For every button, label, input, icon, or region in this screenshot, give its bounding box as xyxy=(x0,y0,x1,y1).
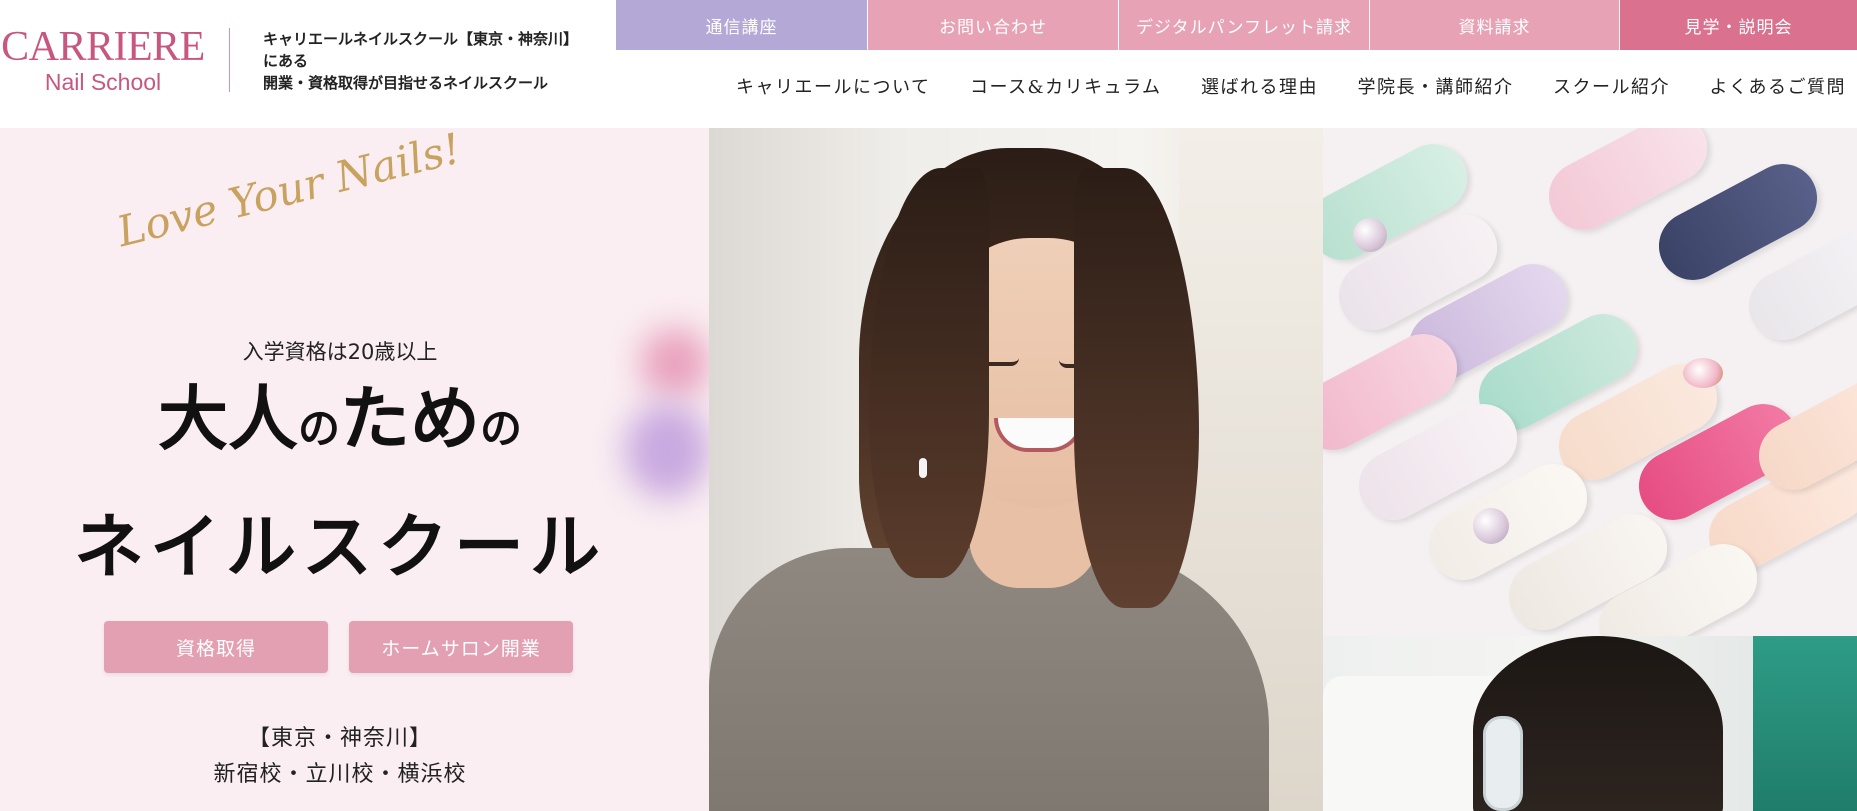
headline-particle: の xyxy=(480,404,523,453)
certification-button[interactable]: 資格取得 xyxy=(104,621,328,673)
tagline-line-1: キャリエールネイルスクール【東京・神奈川】 xyxy=(263,30,579,48)
nav-item-courses[interactable]: コース&カリキュラム xyxy=(970,74,1162,102)
nav-item-faq[interactable]: よくあるご質問 xyxy=(1709,74,1846,102)
logo-wordmark: CARRIERE xyxy=(1,24,205,70)
site-logo[interactable]: CARRIERE Nail School xyxy=(0,26,206,96)
nail-gem xyxy=(1353,218,1387,252)
headline-word-for: ため xyxy=(340,377,480,460)
headline-particle: の xyxy=(297,404,340,453)
hero-script-tagline: Love Your Nails! xyxy=(112,128,466,257)
logo-divider xyxy=(229,28,230,92)
main-nav: キャリエールについて コース&カリキュラム 選ばれる理由 学院長・講師紹介 スク… xyxy=(736,74,1846,102)
nav-item-staff[interactable]: 学院長・講師紹介 xyxy=(1358,74,1514,102)
hero-text-panel: Love Your Nails! 入学資格は20歳以上 大人のための ネイルスク… xyxy=(0,128,709,811)
nav-item-about[interactable]: キャリエールについて xyxy=(736,74,930,102)
admission-requirement: 入学資格は20歳以上 xyxy=(242,340,438,364)
brochure-request-button[interactable]: 資料請求 xyxy=(1369,0,1619,50)
hero-photo-student-smiling xyxy=(709,128,1323,811)
site-header: CARRIERE Nail School キャリエールネイルスクール【東京・神奈… xyxy=(0,0,1857,128)
nav-item-reasons[interactable]: 選ばれる理由 xyxy=(1201,74,1318,102)
contact-button[interactable]: お問い合わせ xyxy=(867,0,1118,50)
hero-headline-line-2: ネイルスクール xyxy=(74,505,606,588)
hero-photo-student-practice xyxy=(1323,636,1857,811)
top-action-bar: 通信講座 お問い合わせ デジタルパンフレット請求 資料請求 見学・説明会 xyxy=(616,0,1857,50)
hero-headline-line-1: 大人のための xyxy=(0,378,680,470)
tagline-line-2: にある xyxy=(263,52,309,70)
campus-list: 新宿校・立川校・横浜校 xyxy=(213,762,467,787)
site-tagline: キャリエールネイルスクール【東京・神奈川】 にある 開業・資格取得が目指せるネイ… xyxy=(263,28,603,94)
correspondence-course-button[interactable]: 通信講座 xyxy=(616,0,867,50)
open-house-button[interactable]: 見学・説明会 xyxy=(1619,0,1857,50)
nail-gem xyxy=(1683,358,1723,388)
logo-subtitle: Nail School xyxy=(44,69,162,95)
digital-pamphlet-button[interactable]: デジタルパンフレット請求 xyxy=(1118,0,1369,50)
tagline-line-3: 開業・資格取得が目指せるネイルスクール xyxy=(263,74,549,92)
nav-item-schools[interactable]: スクール紹介 xyxy=(1553,74,1670,102)
headline-word-adult: 大人 xyxy=(157,377,298,460)
home-salon-button[interactable]: ホームサロン開業 xyxy=(349,621,573,673)
hero-photo-nail-tips xyxy=(1323,128,1857,636)
school-area: 【東京・神奈川】 xyxy=(247,726,432,751)
nail-gem xyxy=(1473,508,1509,544)
